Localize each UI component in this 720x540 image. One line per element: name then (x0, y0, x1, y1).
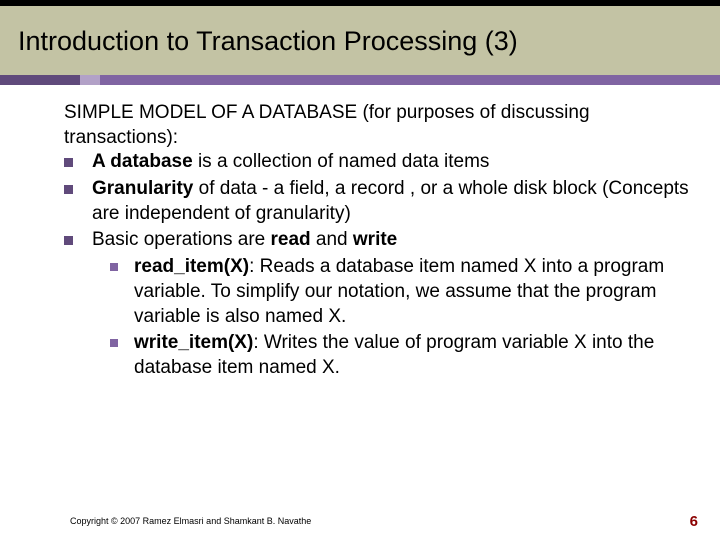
bullet-item: Granularity of data - a field, a record … (64, 177, 692, 226)
sub-bullet-list: read_item(X): Reads a database item name… (92, 255, 692, 380)
slide-title: Introduction to Transaction Processing (… (18, 26, 702, 57)
bullet-bold: write (353, 229, 397, 250)
bullet-item: Basic operations are read and write read… (64, 228, 692, 380)
bullet-bold: read (271, 229, 311, 250)
accent-stripe (0, 75, 720, 85)
bullet-bold: A database (92, 151, 193, 172)
accent-stripe-light (80, 75, 100, 85)
sub-bullet-bold: write_item(X) (134, 332, 253, 353)
sub-bullet-item: write_item(X): Writes the value of progr… (110, 331, 692, 380)
accent-stripe-mid (100, 75, 720, 85)
slide: Introduction to Transaction Processing (… (0, 0, 720, 540)
bullet-text: is a collection of named data items (193, 151, 490, 172)
content-body: SIMPLE MODEL OF A DATABASE (for purposes… (0, 85, 720, 381)
intro-text: SIMPLE MODEL OF A DATABASE (for purposes… (28, 101, 692, 150)
bullet-list: A database is a collection of named data… (28, 150, 692, 380)
sub-bullet-bold: read_item(X) (134, 256, 249, 277)
bullet-bold: Granularity (92, 178, 193, 199)
sub-bullet-item: read_item(X): Reads a database item name… (110, 255, 692, 329)
copyright-footer: Copyright © 2007 Ramez Elmasri and Shamk… (70, 516, 311, 526)
bullet-text: and (311, 229, 353, 250)
accent-stripe-dark (0, 75, 80, 85)
bullet-item: A database is a collection of named data… (64, 150, 692, 175)
bullet-text: Basic operations are (92, 229, 271, 250)
page-number: 6 (690, 513, 698, 530)
title-bar: Introduction to Transaction Processing (… (0, 6, 720, 75)
